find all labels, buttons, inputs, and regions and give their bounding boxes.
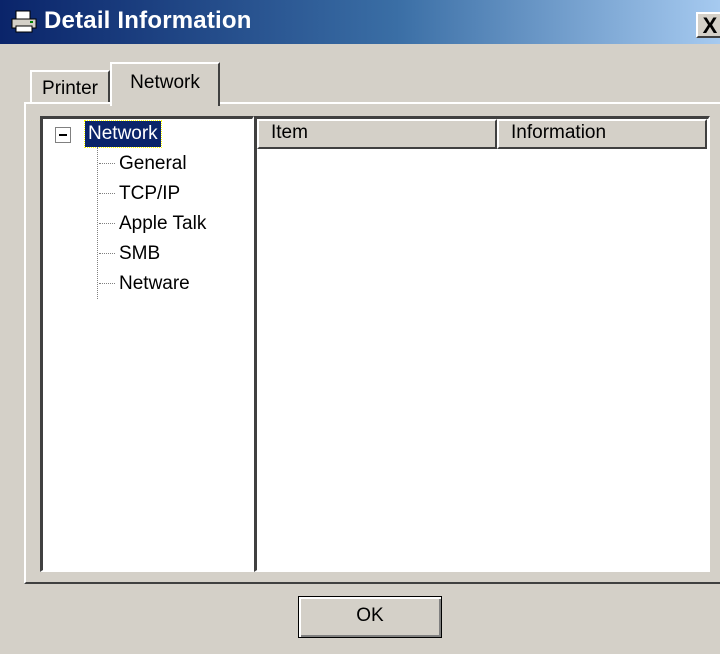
tree-connector bbox=[99, 283, 115, 284]
tree-connector bbox=[99, 223, 115, 224]
tree-item-netware[interactable]: Netware bbox=[119, 271, 190, 297]
title-bar[interactable]: Detail Information X bbox=[0, 0, 720, 44]
ok-button[interactable]: OK bbox=[298, 596, 442, 638]
collapse-icon[interactable] bbox=[55, 127, 71, 143]
network-tree[interactable]: Network General TCP/IP Apple Talk SMB Ne… bbox=[40, 116, 254, 572]
tree-connector bbox=[97, 147, 98, 299]
window-title: Detail Information bbox=[44, 7, 252, 34]
tab-network[interactable]: Network bbox=[110, 62, 220, 106]
tree-connector bbox=[99, 163, 115, 164]
tree-item-smb[interactable]: SMB bbox=[119, 241, 160, 267]
tree-item-apple-talk[interactable]: Apple Talk bbox=[119, 211, 206, 237]
tree-connector bbox=[99, 253, 115, 254]
close-icon: X bbox=[702, 13, 718, 38]
tree-item-tcpip[interactable]: TCP/IP bbox=[119, 181, 180, 207]
column-header-item[interactable]: Item bbox=[257, 119, 497, 149]
tab-printer[interactable]: Printer bbox=[30, 70, 110, 104]
close-button[interactable]: X bbox=[696, 12, 720, 38]
column-header-information[interactable]: Information bbox=[497, 119, 707, 149]
tree-item-network[interactable]: Network bbox=[84, 120, 162, 148]
tree-item-general[interactable]: General bbox=[119, 151, 187, 177]
details-list[interactable]: Item Information bbox=[254, 116, 710, 572]
printer-icon bbox=[10, 10, 38, 34]
tree-connector bbox=[99, 193, 115, 194]
